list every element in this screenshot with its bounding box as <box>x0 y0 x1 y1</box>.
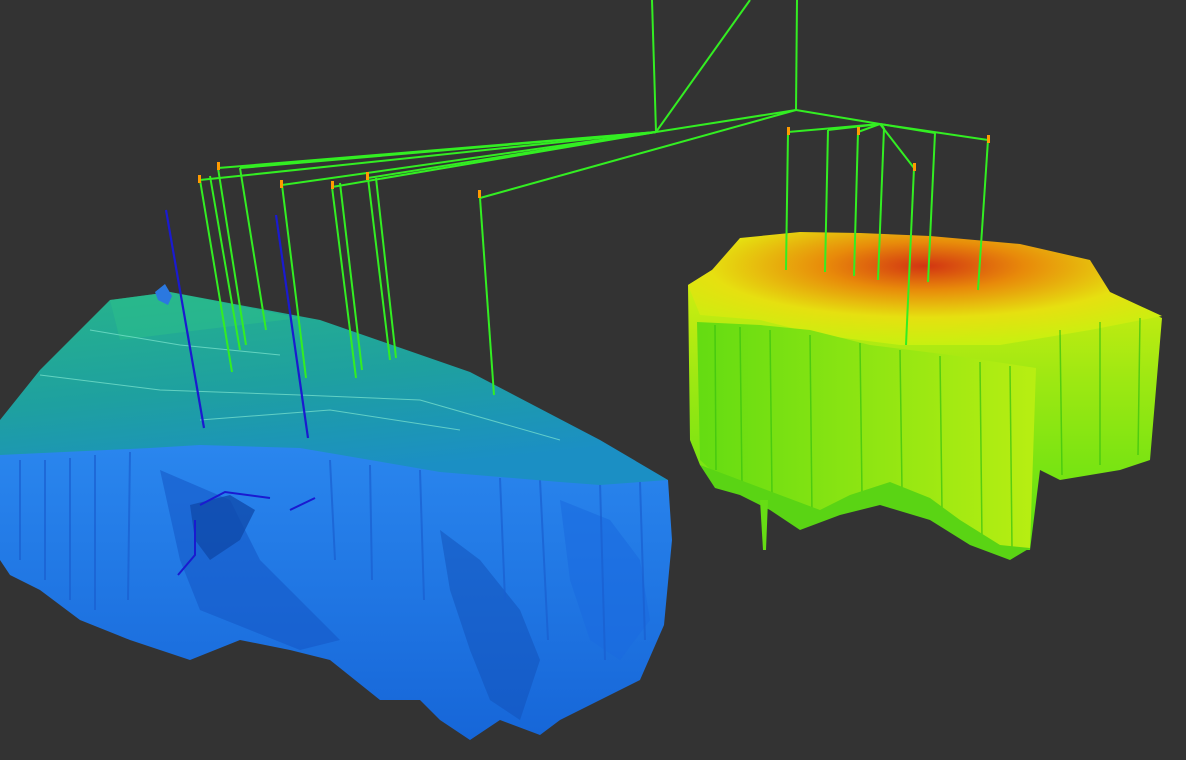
well-trunk <box>795 0 798 111</box>
3d-viewport[interactable] <box>0 0 1186 760</box>
well-trunk <box>651 0 657 133</box>
scene-canvas[interactable] <box>0 0 1186 760</box>
right-block-drip <box>760 500 768 550</box>
left-block-body <box>0 445 672 740</box>
right-reservoir-block[interactable] <box>688 232 1162 560</box>
green-well <box>479 197 495 396</box>
well-trunk <box>795 109 881 125</box>
well-trunk <box>655 0 751 133</box>
left-reservoir-block[interactable] <box>0 284 672 740</box>
green-well <box>239 167 267 331</box>
